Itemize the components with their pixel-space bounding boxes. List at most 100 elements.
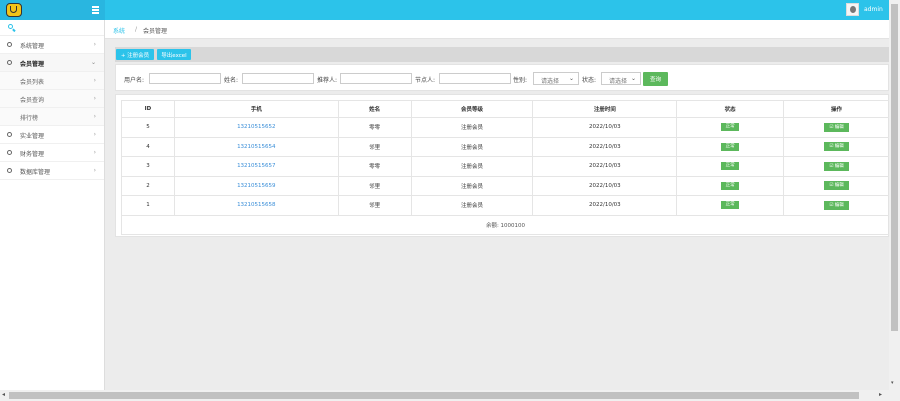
sidebar-subitem-member-search[interactable]: 会员查询 › (0, 90, 104, 108)
node-label: 节点人: (415, 77, 436, 84)
chevron-right-icon: › (93, 167, 96, 174)
menu-toggle-icon[interactable] (92, 6, 99, 14)
chevron-right-icon: › (93, 41, 96, 48)
cell-status: 正常 (676, 175, 785, 196)
breadcrumb: 系统 / 会员管理 (105, 20, 889, 39)
username-input[interactable] (149, 73, 221, 84)
top-bar: admin (0, 0, 889, 20)
chevron-right-icon: › (93, 113, 96, 120)
search-icon[interactable] (8, 24, 13, 29)
edit-button[interactable]: ☑ 编辑 (824, 161, 850, 171)
cell-status: 正常 (676, 156, 785, 177)
sidebar-item-label: 数据库管理 (20, 169, 51, 176)
referrer-label: 推荐人: (317, 77, 338, 84)
edit-button[interactable]: ☑ 编辑 (824, 142, 850, 152)
node-input[interactable] (439, 73, 511, 84)
column-header-phone[interactable]: 手机 (173, 100, 339, 118)
sidebar-item-members[interactable]: 会员管理 ⌄ (0, 54, 104, 72)
cell-phone[interactable]: 13210515658 (173, 195, 339, 216)
scroll-right-icon[interactable]: ▸ (879, 391, 882, 398)
gear-icon (7, 132, 12, 137)
gear-icon (7, 42, 12, 47)
toolbar: + 注册会员 导出excel (115, 47, 889, 62)
column-header-date[interactable]: 注册时间 (532, 100, 678, 118)
sidebar-subitem-ranking[interactable]: 排行榜 › (0, 108, 104, 126)
gender-select[interactable]: 请选择 ⌄ (533, 72, 579, 85)
sidebar-item-industry[interactable]: 实业管理 › (0, 126, 104, 144)
status-badge: 正常 (721, 142, 740, 151)
cell-phone[interactable]: 13210515659 (173, 175, 339, 196)
sidebar-item-label: 会员管理 (20, 61, 45, 68)
table-row: 1 13210515658 邻里 注册会员 2022/10/03 正常 ☑ 编辑 (121, 195, 890, 216)
cell-phone[interactable]: 13210515652 (173, 117, 339, 138)
cell-id: 4 (121, 136, 175, 157)
edit-button[interactable]: ☑ 编辑 (824, 200, 850, 210)
query-button[interactable]: 查询 (643, 72, 668, 86)
scroll-left-icon[interactable]: ◂ (2, 391, 5, 398)
logo-cell (0, 0, 105, 20)
cell-level: 注册会员 (410, 175, 534, 196)
table-row: 2 13210515659 邻里 注册会员 2022/10/03 正常 ☑ 编辑 (121, 175, 890, 196)
cell-date: 2022/10/03 (532, 195, 678, 216)
sidebar: 系统管理 › 会员管理 ⌄ 会员列表 › 会员查询 › 排行榜 › 实业管理 ›… (0, 20, 105, 390)
column-header-status[interactable]: 状态 (676, 100, 785, 118)
balance-total: 余额: 1000100 (121, 214, 890, 235)
name-input[interactable] (242, 73, 314, 84)
gear-icon (7, 168, 12, 173)
gear-icon (7, 60, 12, 65)
cell-action: ☑ 编辑 (783, 175, 890, 196)
cell-level: 注册会员 (410, 136, 534, 157)
app-logo-icon[interactable] (6, 3, 22, 17)
chevron-down-icon: ⌄ (568, 75, 574, 82)
cell-date: 2022/10/03 (532, 136, 678, 157)
horizontal-scrollbar[interactable]: ◂ ▸ (0, 390, 900, 401)
chevron-right-icon: › (93, 77, 96, 84)
cell-name: 邻里 (337, 195, 412, 216)
breadcrumb-separator: / (135, 26, 138, 33)
sidebar-subitem-member-list[interactable]: 会员列表 › (0, 72, 104, 90)
referrer-input[interactable] (340, 73, 412, 84)
cell-phone[interactable]: 13210515657 (173, 156, 339, 177)
sidebar-item-finance[interactable]: 财务管理 › (0, 144, 104, 162)
filter-panel: 用户名: 姓名: 推荐人: 节点人: 性别: 请选择 ⌄ 状态: 请选择 ⌄ 查… (115, 64, 889, 91)
cell-name: 邻里 (337, 175, 412, 196)
breadcrumb-home[interactable]: 系统 (113, 26, 125, 35)
gender-label: 性别: (513, 77, 528, 84)
status-badge: 正常 (721, 162, 740, 171)
export-excel-button[interactable]: 导出excel (157, 49, 191, 60)
status-select-value: 请选择 (609, 78, 628, 85)
vertical-scroll-thumb[interactable] (891, 4, 898, 331)
status-badge: 正常 (721, 201, 740, 210)
sidebar-item-label: 系统管理 (20, 43, 45, 50)
table-row: 3 13210515657 零零 注册会员 2022/10/03 正常 ☑ 编辑 (121, 156, 890, 177)
sidebar-search[interactable] (0, 20, 104, 36)
column-header-action[interactable]: 操作 (783, 100, 890, 118)
avatar[interactable] (846, 3, 859, 16)
vertical-scrollbar[interactable]: ▾ (889, 0, 900, 390)
name-label: 姓名: (224, 77, 239, 84)
edit-button[interactable]: ☑ 编辑 (824, 122, 850, 132)
gender-select-value: 请选择 (541, 78, 560, 85)
column-header-level[interactable]: 会员等级 (410, 100, 534, 118)
member-table: ID 手机 姓名 会员等级 注册时间 状态 操作 5 13210515652 零… (121, 100, 890, 235)
column-header-name[interactable]: 姓名 (337, 100, 412, 118)
add-member-button[interactable]: + 注册会员 (116, 49, 154, 60)
table-row: 4 13210515654 邻里 注册会员 2022/10/03 正常 ☑ 编辑 (121, 136, 890, 157)
username-label[interactable]: admin (864, 6, 883, 13)
scroll-down-icon[interactable]: ▾ (891, 380, 894, 386)
sidebar-item-database[interactable]: 数据库管理 › (0, 162, 104, 180)
cell-action: ☑ 编辑 (783, 195, 890, 216)
username-label: 用户名: (124, 77, 145, 84)
cell-status: 正常 (676, 117, 785, 138)
table-footer-row: 余额: 1000100 (121, 214, 890, 235)
horizontal-scroll-thumb[interactable] (9, 392, 859, 399)
cell-phone[interactable]: 13210515654 (173, 136, 339, 157)
cell-level: 注册会员 (410, 195, 534, 216)
sidebar-item-label: 实业管理 (20, 133, 45, 140)
sidebar-item-system[interactable]: 系统管理 › (0, 36, 104, 54)
breadcrumb-current: 会员管理 (143, 28, 168, 35)
status-select[interactable]: 请选择 ⌄ (601, 72, 641, 85)
edit-button[interactable]: ☑ 编辑 (824, 181, 850, 191)
column-header-id[interactable]: ID (121, 100, 175, 118)
cell-id: 1 (121, 195, 175, 216)
